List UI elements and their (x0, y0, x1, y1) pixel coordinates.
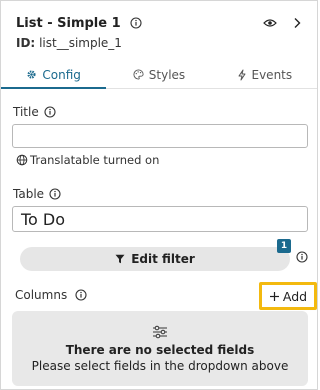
title-input[interactable] (12, 124, 308, 148)
eye-icon[interactable] (263, 18, 277, 28)
tab-events[interactable]: Events (212, 61, 317, 88)
title-label-text: Title (13, 105, 39, 119)
gear-icon (26, 69, 37, 80)
empty-columns-state: There are no selected fields Please sele… (12, 311, 308, 386)
lightning-icon (237, 69, 247, 81)
tab-config-label: Config (42, 67, 81, 82)
id-value: list__simple_1 (39, 36, 122, 50)
page-title: List - Simple 1 (16, 15, 121, 31)
empty-state-title: There are no selected fields (65, 342, 255, 357)
tab-bar: Config Styles Events (1, 61, 317, 89)
component-id: ID: list__simple_1 (16, 36, 122, 50)
filter-count-badge: 1 (277, 239, 291, 253)
header-actions (263, 13, 301, 33)
columns-label: Columns (15, 288, 87, 302)
empty-state-subtitle: Please select fields in the dropdown abo… (31, 358, 289, 373)
chevron-right-icon[interactable] (293, 17, 301, 29)
palette-icon (133, 69, 144, 80)
title-field-label: Title (13, 105, 56, 119)
info-icon[interactable] (75, 289, 87, 301)
edit-filter-label: Edit filter (131, 252, 195, 266)
info-icon[interactable] (296, 251, 308, 263)
info-icon[interactable] (44, 106, 56, 118)
tab-styles[interactable]: Styles (106, 61, 211, 88)
info-icon[interactable] (49, 188, 61, 200)
id-label: ID: (16, 36, 36, 50)
columns-label-text: Columns (15, 288, 68, 302)
sliders-icon (152, 325, 168, 339)
plus-icon (269, 291, 280, 302)
table-field-label: Table (13, 187, 61, 201)
tab-styles-label: Styles (148, 67, 186, 82)
table-select[interactable]: To Do (12, 206, 308, 232)
add-label: Add (282, 288, 308, 304)
tab-config[interactable]: Config (1, 61, 107, 89)
translatable-status: Translatable turned on (16, 153, 159, 167)
add-column-button[interactable]: Add (259, 282, 317, 310)
edit-filter-button[interactable]: Edit filter (20, 247, 290, 271)
table-label-text: Table (13, 187, 45, 201)
panel-header: List - Simple 1 (16, 13, 142, 33)
globe-icon (16, 154, 28, 166)
properties-panel: List - Simple 1 ID: list__simple_1 Confi… (0, 0, 318, 390)
translatable-text: Translatable turned on (30, 153, 160, 167)
tab-events-label: Events (251, 67, 293, 82)
filter-icon (115, 254, 125, 264)
info-icon[interactable] (130, 17, 142, 29)
